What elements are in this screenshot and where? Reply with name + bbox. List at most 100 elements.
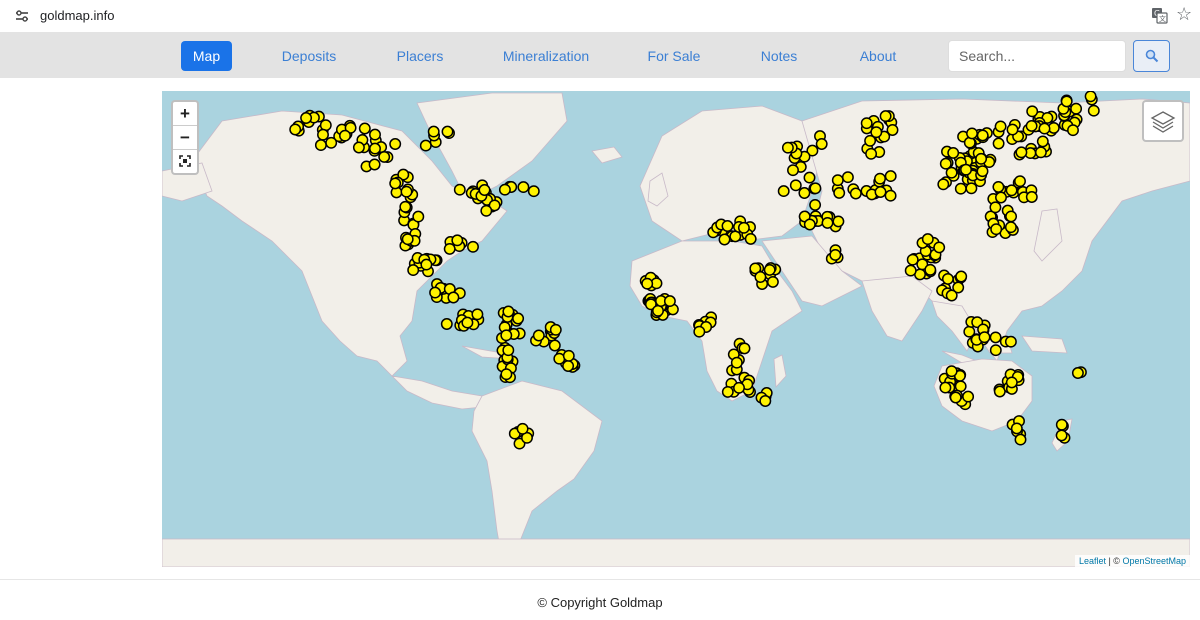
gold-deposit-marker[interactable] bbox=[781, 141, 794, 154]
nav-about[interactable]: About bbox=[848, 41, 908, 71]
gold-deposit-marker[interactable] bbox=[766, 275, 779, 288]
translate-icon[interactable]: G 文 bbox=[1151, 7, 1168, 24]
gold-deposit-marker[interactable] bbox=[992, 137, 1005, 150]
gold-deposit-marker[interactable] bbox=[798, 187, 811, 199]
gold-deposit-marker[interactable] bbox=[368, 158, 381, 171]
gold-deposit-marker[interactable] bbox=[849, 187, 862, 200]
search-button[interactable] bbox=[1133, 40, 1170, 72]
gold-deposit-marker[interactable] bbox=[821, 216, 834, 229]
gold-deposit-marker[interactable] bbox=[516, 422, 529, 435]
gold-deposit-marker[interactable] bbox=[527, 185, 540, 198]
gold-deposit-marker[interactable] bbox=[358, 122, 371, 135]
gold-deposit-marker[interactable] bbox=[921, 233, 934, 246]
gold-deposit-marker[interactable] bbox=[829, 248, 842, 261]
gold-deposit-marker[interactable] bbox=[874, 186, 887, 198]
nav-mineralization[interactable]: Mineralization bbox=[494, 41, 598, 71]
bookmark-star-icon[interactable]: ☆ bbox=[1176, 4, 1192, 25]
zoom-in-button[interactable]: + bbox=[173, 102, 197, 126]
gold-deposit-marker[interactable] bbox=[1071, 367, 1084, 379]
gold-deposit-marker[interactable] bbox=[1036, 135, 1049, 148]
gold-deposit-marker[interactable] bbox=[976, 165, 989, 178]
gold-deposit-marker[interactable] bbox=[777, 185, 790, 198]
gold-deposit-marker[interactable] bbox=[937, 178, 950, 191]
gold-deposit-marker[interactable] bbox=[954, 182, 967, 195]
gold-deposit-marker[interactable] bbox=[1025, 119, 1038, 132]
gold-deposit-marker[interactable] bbox=[1005, 210, 1018, 223]
gold-deposit-marker[interactable] bbox=[1004, 335, 1017, 348]
gold-deposit-marker[interactable] bbox=[960, 163, 972, 176]
gold-deposit-marker[interactable] bbox=[884, 189, 897, 202]
gold-deposit-marker[interactable] bbox=[955, 270, 968, 283]
gold-deposit-marker[interactable] bbox=[904, 264, 917, 277]
gold-deposit-marker[interactable] bbox=[924, 263, 937, 276]
gold-deposit-marker[interactable] bbox=[945, 289, 958, 302]
nav-placers[interactable]: Placers bbox=[386, 41, 454, 71]
gold-deposit-marker[interactable] bbox=[400, 185, 413, 198]
gold-deposit-marker[interactable] bbox=[884, 170, 897, 183]
gold-deposit-marker[interactable] bbox=[874, 172, 886, 185]
gold-deposit-marker[interactable] bbox=[965, 182, 978, 195]
gold-deposit-marker[interactable] bbox=[693, 325, 706, 338]
gold-deposit-marker[interactable] bbox=[1005, 376, 1018, 389]
gold-deposit-marker[interactable] bbox=[562, 349, 575, 362]
gold-deposit-marker[interactable] bbox=[447, 291, 460, 304]
gold-deposit-marker[interactable] bbox=[832, 215, 845, 228]
gold-deposit-marker[interactable] bbox=[992, 180, 1005, 193]
gold-deposit-marker[interactable] bbox=[461, 316, 474, 329]
gold-deposit-marker[interactable] bbox=[502, 305, 515, 318]
gold-deposit-marker[interactable] bbox=[389, 177, 402, 190]
layers-control[interactable] bbox=[1142, 100, 1184, 142]
gold-deposit-marker[interactable] bbox=[763, 263, 776, 276]
gold-deposit-marker[interactable] bbox=[300, 112, 313, 124]
gold-deposit-marker[interactable] bbox=[429, 286, 442, 299]
gold-deposit-marker[interactable] bbox=[1084, 91, 1097, 103]
url-text[interactable]: goldmap.info bbox=[40, 8, 114, 23]
gold-deposit-marker[interactable] bbox=[718, 233, 731, 246]
gold-deposit-marker[interactable] bbox=[809, 182, 822, 195]
gold-deposit-marker[interactable] bbox=[947, 146, 960, 159]
gold-deposit-marker[interactable] bbox=[325, 136, 338, 149]
gold-deposit-marker[interactable] bbox=[512, 312, 525, 325]
gold-deposit-marker[interactable] bbox=[480, 204, 493, 217]
gold-deposit-marker[interactable] bbox=[939, 381, 952, 394]
gold-deposit-marker[interactable] bbox=[369, 128, 381, 141]
nav-map[interactable]: Map bbox=[181, 41, 232, 71]
gold-deposit-marker[interactable] bbox=[1055, 418, 1068, 431]
gold-deposit-marker[interactable] bbox=[517, 181, 530, 194]
gold-deposit-marker[interactable] bbox=[989, 344, 1002, 357]
gold-deposit-marker[interactable] bbox=[989, 201, 1002, 214]
gold-deposit-marker[interactable] bbox=[945, 166, 958, 179]
gold-deposit-marker[interactable] bbox=[663, 295, 676, 308]
gold-deposit-marker[interactable] bbox=[721, 385, 734, 398]
nav-notes[interactable]: Notes bbox=[750, 41, 808, 71]
gold-deposit-marker[interactable] bbox=[860, 117, 873, 130]
gold-deposit-marker[interactable] bbox=[841, 171, 854, 184]
gold-deposit-marker[interactable] bbox=[549, 323, 562, 336]
gold-deposit-marker[interactable] bbox=[289, 123, 302, 136]
gold-deposit-marker[interactable] bbox=[976, 129, 989, 142]
gold-deposit-marker[interactable] bbox=[1087, 104, 1100, 117]
gold-deposit-marker[interactable] bbox=[548, 339, 561, 352]
gold-deposit-marker[interactable] bbox=[339, 129, 351, 142]
gold-deposit-marker[interactable] bbox=[990, 223, 1003, 236]
gold-deposit-marker[interactable] bbox=[317, 128, 329, 141]
gold-deposit-marker[interactable] bbox=[989, 331, 1002, 344]
gold-deposit-marker[interactable] bbox=[407, 264, 420, 277]
gold-deposit-marker[interactable] bbox=[378, 150, 391, 163]
gold-deposit-marker[interactable] bbox=[1004, 221, 1017, 234]
gold-deposit-marker[interactable] bbox=[737, 221, 750, 234]
gold-deposit-marker[interactable] bbox=[532, 329, 545, 342]
gold-deposit-marker[interactable] bbox=[427, 125, 440, 138]
gold-deposit-marker[interactable] bbox=[738, 342, 751, 355]
gold-deposit-marker[interactable] bbox=[467, 240, 479, 253]
gold-deposit-marker[interactable] bbox=[787, 164, 799, 177]
gold-deposit-marker[interactable] bbox=[412, 210, 425, 223]
gold-deposit-marker[interactable] bbox=[803, 171, 816, 184]
gold-deposit-marker[interactable] bbox=[314, 139, 327, 152]
gold-deposit-marker[interactable] bbox=[994, 120, 1007, 133]
gold-deposit-marker[interactable] bbox=[1006, 123, 1019, 136]
gold-deposit-marker[interactable] bbox=[1014, 433, 1027, 446]
gold-deposit-marker[interactable] bbox=[721, 220, 734, 232]
gold-deposit-marker[interactable] bbox=[1038, 122, 1051, 135]
gold-deposit-marker[interactable] bbox=[500, 329, 513, 342]
